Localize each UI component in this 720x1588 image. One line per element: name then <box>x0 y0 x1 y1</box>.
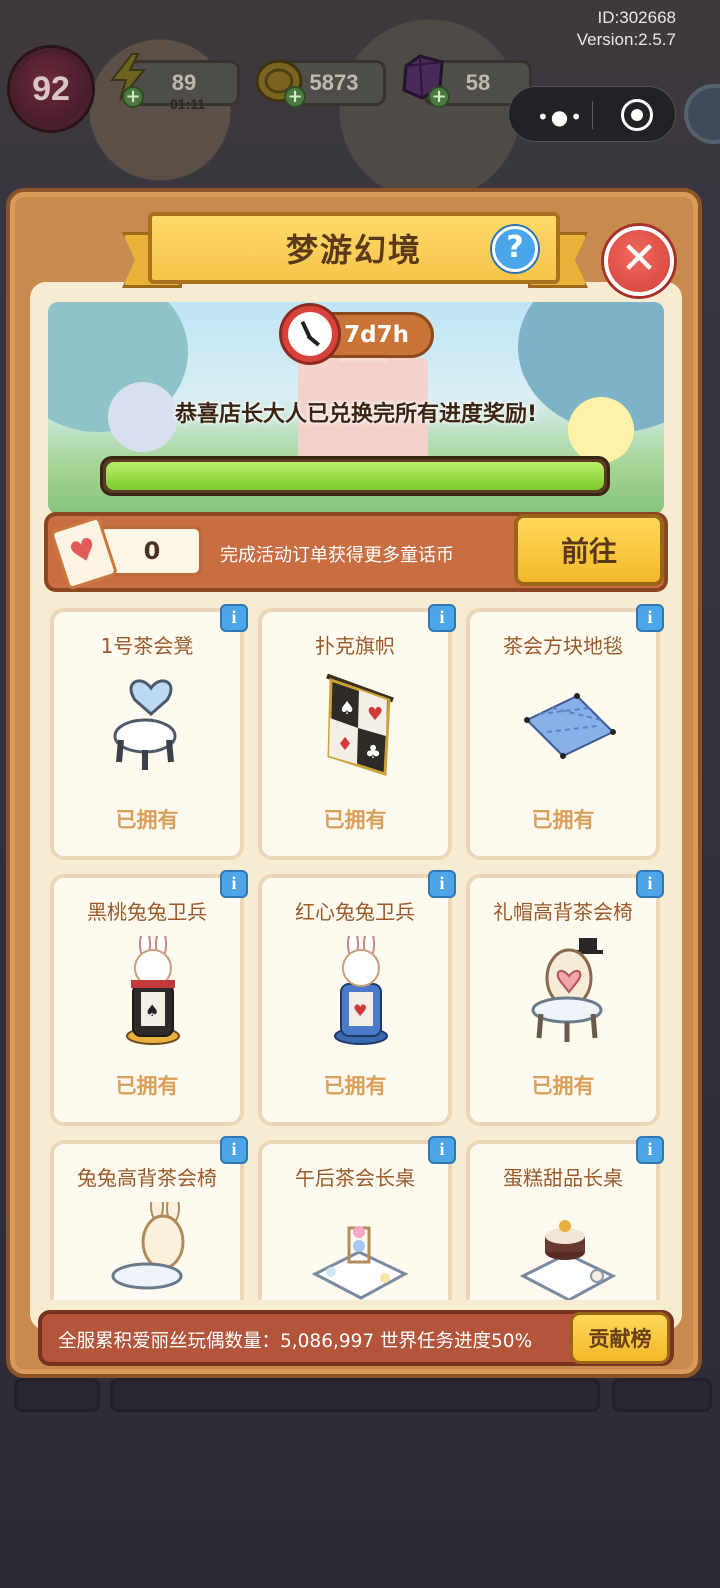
help-button[interactable]: ? <box>492 226 538 272</box>
item-name: 黑桃兔兔卫兵 <box>87 900 207 924</box>
contribution-rank-button[interactable]: 贡献榜 <box>570 1312 670 1364</box>
goto-button[interactable]: 前往 <box>514 514 664 586</box>
world-progress-text: 全服累积爱丽丝玩偶数量：5,086,997 世界任务进度50% <box>58 1331 533 1352</box>
target-icon[interactable] <box>621 99 653 131</box>
mini-program-capsule: •●• <box>508 86 676 142</box>
svg-text:♥: ♥ <box>353 1001 367 1020</box>
item-name: 1号茶会凳 <box>100 634 194 658</box>
background-shelf <box>14 1378 100 1412</box>
item-name: 红心兔兔卫兵 <box>295 900 415 924</box>
item-card[interactable]: 1号茶会凳 已拥有 i <box>50 604 248 860</box>
svg-text:♥: ♥ <box>367 704 383 725</box>
info-button[interactable]: i <box>220 604 248 632</box>
poker-banner-icon: ♠ ♥ ♦ ♣ <box>326 673 394 777</box>
owned-label: 已拥有 <box>115 1074 179 1098</box>
congrats-message: 恭喜店长大人已兑换完所有进度奖励! <box>174 402 538 427</box>
owned-label: 已拥有 <box>115 808 179 832</box>
bunny-chair-icon <box>111 1202 185 1290</box>
close-button[interactable]: ✕ <box>604 226 674 296</box>
svg-text:♠: ♠ <box>339 698 355 719</box>
heart-bunny-guard-icon: ♥ <box>334 936 388 1045</box>
info-button[interactable]: i <box>428 604 456 632</box>
item-name: 扑克旗帜 <box>315 634 395 658</box>
info-button[interactable]: i <box>428 870 456 898</box>
info-button[interactable]: i <box>636 1136 664 1164</box>
energy-timer: 01:11 <box>170 96 206 112</box>
energy-value: 89 <box>171 70 197 95</box>
item-card[interactable]: 红心兔兔卫兵 ♥ 已拥有 i <box>258 870 456 1126</box>
add-coins-button[interactable]: + <box>284 86 306 108</box>
add-energy-button[interactable]: + <box>122 86 144 108</box>
clock-icon <box>282 306 338 362</box>
checker-rug-icon <box>524 693 616 759</box>
more-dots-icon[interactable]: •●• <box>537 105 584 129</box>
svg-text:♠: ♠ <box>145 1001 159 1020</box>
item-card[interactable]: 茶会方块地毯 已拥有 i <box>466 604 664 860</box>
svg-text:♣: ♣ <box>365 742 381 763</box>
item-card[interactable]: 兔兔高背茶会椅 i <box>50 1136 248 1300</box>
info-button[interactable]: i <box>428 1136 456 1164</box>
player-id: ID:302668 <box>597 8 676 27</box>
level-number: 92 <box>32 69 70 108</box>
capsule-divider <box>592 101 593 129</box>
svg-text:♦: ♦ <box>337 734 353 755</box>
cake-table-icon <box>519 1220 617 1300</box>
owned-label: 已拥有 <box>531 808 595 832</box>
currency-hint: 完成活动订单获得更多童话币 <box>220 545 454 566</box>
panel-title: 梦游幻境 <box>285 231 422 269</box>
item-card[interactable]: 黑桃兔兔卫兵 ♠ 已拥有 i <box>50 870 248 1126</box>
item-name: 午后茶会长桌 <box>295 1166 415 1190</box>
item-card[interactable]: 午后茶会长桌 i <box>258 1136 456 1300</box>
item-name: 兔兔高背茶会椅 <box>77 1166 217 1190</box>
heart-stool-icon <box>113 679 177 770</box>
item-card[interactable]: 礼帽高背茶会椅 已拥有 i <box>466 870 664 1126</box>
background-shelf <box>110 1378 600 1412</box>
owned-label: 已拥有 <box>531 1074 595 1098</box>
player-level-badge[interactable]: 92 <box>10 48 92 130</box>
background-shelf <box>612 1378 712 1412</box>
owned-label: 已拥有 <box>323 808 387 832</box>
info-button[interactable]: i <box>220 1136 248 1164</box>
item-card[interactable]: 扑克旗帜 ♠ ♥ ♦ ♣ 已拥有 i <box>258 604 456 860</box>
add-gems-button[interactable]: + <box>428 86 450 108</box>
item-name: 礼帽高背茶会椅 <box>493 900 633 924</box>
info-button[interactable]: i <box>636 870 664 898</box>
gem-value: 58 <box>465 70 491 95</box>
progress-bar-fill <box>106 462 604 490</box>
spade-bunny-guard-icon: ♠ <box>126 936 180 1045</box>
info-button[interactable]: i <box>220 870 248 898</box>
item-grid[interactable]: 1号茶会凳 已拥有 i 扑克旗帜 ♠ ♥ ♦ ♣ 已拥有 i 茶会方块地毯 已拥… <box>44 600 672 1300</box>
info-button[interactable]: i <box>636 604 664 632</box>
item-name: 茶会方块地毯 <box>503 634 623 658</box>
top-hat-chair-icon <box>531 938 603 1042</box>
owned-label: 已拥有 <box>323 1074 387 1098</box>
tea-table-icon <box>311 1226 409 1300</box>
countdown-value: 7d7h <box>344 322 409 348</box>
version-label: Version:2.5.7 <box>576 30 676 49</box>
item-name: 蛋糕甜品长桌 <box>503 1166 623 1190</box>
item-card[interactable]: 蛋糕甜品长桌 i <box>466 1136 664 1300</box>
coin-value: 5873 <box>309 70 359 95</box>
